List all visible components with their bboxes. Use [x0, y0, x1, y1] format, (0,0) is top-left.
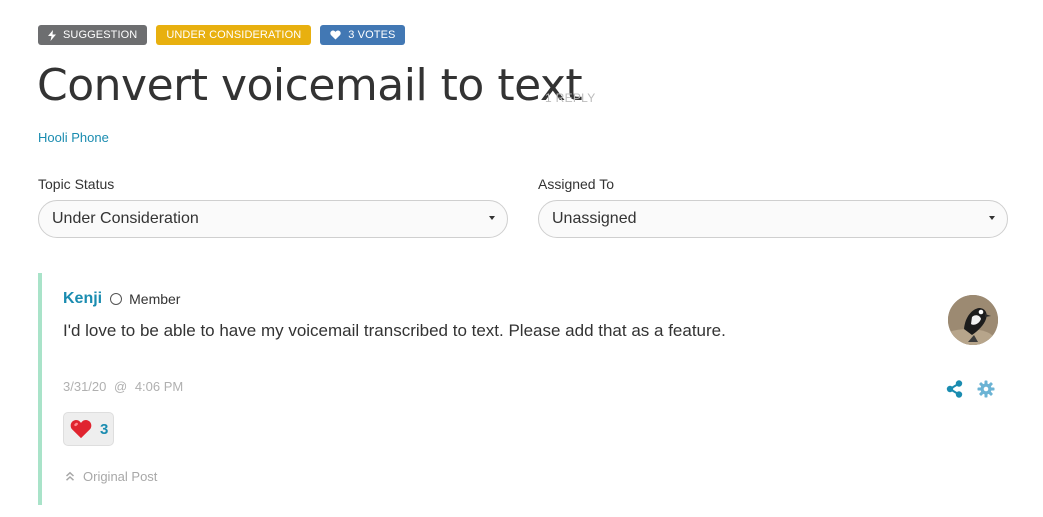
- author-name[interactable]: Kenji: [63, 290, 102, 308]
- status-badge-label: UNDER CONSIDERATION: [166, 29, 302, 41]
- gear-icon[interactable]: [977, 380, 995, 403]
- caret-down-icon: [489, 216, 495, 220]
- assigned-to-value: Unassigned: [552, 210, 637, 227]
- heart-icon: [330, 30, 341, 40]
- original-post-link[interactable]: Original Post: [65, 469, 157, 484]
- post-rail: [38, 273, 42, 505]
- topic-badges: SUGGESTION UNDER CONSIDERATION 3 VOTES: [38, 25, 406, 45]
- author-role: Member: [129, 291, 181, 307]
- post-author-row: Kenji Member: [63, 290, 180, 308]
- assigned-to-label: Assigned To: [538, 176, 615, 192]
- post-time: 4:06 PM: [134, 379, 184, 394]
- topic-status-label: Topic Status: [38, 176, 115, 192]
- votes-badge-label: 3 VOTES: [348, 29, 396, 41]
- topic-status-value: Under Consideration: [52, 210, 199, 227]
- topic-title: Convert voicemail to text: [37, 60, 583, 111]
- double-chevron-up-icon: [65, 471, 75, 482]
- topic-status-select[interactable]: Under Consideration: [38, 200, 508, 238]
- status-badge: UNDER CONSIDERATION: [156, 25, 312, 45]
- role-circle-icon: [110, 293, 123, 305]
- original-post-label: Original Post: [83, 469, 158, 484]
- product-link[interactable]: Hooli Phone: [38, 130, 109, 145]
- heart-reaction-button[interactable]: 3: [63, 412, 114, 446]
- avatar[interactable]: [948, 295, 998, 345]
- reply-count: 1 REPLY: [545, 91, 596, 105]
- lightning-icon: [48, 29, 56, 41]
- suggestion-badge: SUGGESTION: [38, 25, 148, 45]
- reaction-count: 3: [100, 420, 109, 438]
- assigned-to-select[interactable]: Unassigned: [538, 200, 1008, 238]
- post-body: I'd love to be able to have my voicemail…: [63, 321, 726, 340]
- heart-emoji-icon: [70, 419, 92, 439]
- post: Kenji Member I'd love to be able to have…: [38, 273, 1018, 505]
- post-date: 3/31/20: [63, 379, 107, 394]
- post-at-symbol: @: [114, 379, 128, 394]
- post-timestamp: 3/31/20 @ 4:06 PM: [63, 379, 183, 394]
- votes-badge[interactable]: 3 VOTES: [320, 25, 406, 45]
- share-icon[interactable]: [946, 380, 963, 403]
- suggestion-badge-label: SUGGESTION: [63, 29, 138, 41]
- caret-down-icon: [989, 216, 995, 220]
